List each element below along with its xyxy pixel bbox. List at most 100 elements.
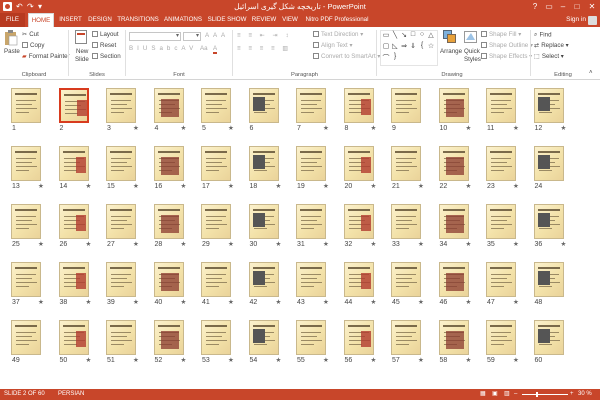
tab-slide-show[interactable]: SLIDE SHOW xyxy=(207,13,247,27)
font-size-combo[interactable] xyxy=(183,32,201,41)
animation-star-icon[interactable]: ★ xyxy=(86,299,92,307)
shape-triangle-icon[interactable]: △ xyxy=(427,31,435,39)
slide-thumbnail[interactable]: 46 ★ xyxy=(438,262,479,309)
slide-thumbnail[interactable]: 10 ★ xyxy=(438,88,479,135)
slide-preview[interactable] xyxy=(296,320,326,355)
slide-thumbnail[interactable]: 19 ★ xyxy=(296,146,336,193)
slide-thumbnail[interactable]: 38 ★ xyxy=(58,262,99,309)
animation-star-icon[interactable]: ★ xyxy=(181,299,187,307)
slide-preview[interactable] xyxy=(11,88,41,123)
slide-thumbnail[interactable]: 3 ★ xyxy=(106,88,146,135)
slide-preview[interactable] xyxy=(11,320,41,355)
clear-format-icon[interactable]: A xyxy=(221,32,225,39)
slide-thumbnail[interactable]: 36 ★ xyxy=(533,204,574,251)
slide-thumbnail[interactable]: 24 xyxy=(533,146,574,193)
slide-thumbnail[interactable]: 7 ★ xyxy=(296,88,336,135)
slide-preview[interactable] xyxy=(343,262,374,297)
slide-thumbnail[interactable]: 11 ★ xyxy=(486,88,526,135)
animation-star-icon[interactable]: ★ xyxy=(228,125,234,133)
animation-star-icon[interactable]: ★ xyxy=(133,299,139,307)
animation-star-icon[interactable]: ★ xyxy=(228,241,234,249)
animation-star-icon[interactable]: ★ xyxy=(38,299,44,307)
slide-preview[interactable] xyxy=(343,320,374,355)
slide-preview[interactable] xyxy=(533,320,564,355)
slide-preview[interactable] xyxy=(201,146,231,181)
slide-thumbnail[interactable]: 1 xyxy=(11,88,51,135)
slide-preview[interactable] xyxy=(106,88,136,123)
shape-brace-icon[interactable]: { xyxy=(418,42,426,49)
slide-thumbnail[interactable]: 17 ★ xyxy=(201,146,241,193)
help-icon[interactable]: ? xyxy=(528,0,542,13)
animation-star-icon[interactable]: ★ xyxy=(133,183,139,191)
slide-thumbnail[interactable]: 30 ★ xyxy=(248,204,289,251)
slide-preview[interactable] xyxy=(153,204,184,239)
tab-design[interactable]: DESIGN xyxy=(86,13,114,27)
animation-star-icon[interactable]: ★ xyxy=(418,357,424,365)
paste-button[interactable] xyxy=(4,30,18,48)
slide-thumbnail[interactable]: 21 ★ xyxy=(391,146,431,193)
animation-star-icon[interactable]: ★ xyxy=(466,125,472,133)
ribbon-display-icon[interactable]: ▭ xyxy=(542,0,556,13)
font-style-buttons[interactable]: BIUSabcAV xyxy=(129,45,197,52)
animation-star-icon[interactable]: ★ xyxy=(181,183,187,191)
slide-thumbnail[interactable]: 41 ★ xyxy=(201,262,241,309)
change-case-icon[interactable]: Aa xyxy=(200,45,208,52)
cut-button[interactable]: ✂ Cut xyxy=(22,31,39,38)
slide-preview[interactable] xyxy=(106,146,136,181)
slide-preview[interactable] xyxy=(438,88,469,123)
animation-star-icon[interactable]: ★ xyxy=(181,125,187,133)
slide-thumbnail[interactable]: 22 ★ xyxy=(438,146,479,193)
shrink-font-icon[interactable]: A xyxy=(213,32,217,39)
slide-thumbnail[interactable]: 13 ★ xyxy=(11,146,51,193)
animation-star-icon[interactable]: ★ xyxy=(133,125,139,133)
slide-preview[interactable] xyxy=(486,204,516,239)
slide-preview[interactable] xyxy=(486,262,516,297)
slide-preview[interactable] xyxy=(391,146,421,181)
slide-preview[interactable] xyxy=(153,262,184,297)
tab-insert[interactable]: INSERT xyxy=(57,13,84,27)
slide-preview[interactable] xyxy=(391,262,421,297)
shape-fill-button[interactable]: Shape Fill ▾ xyxy=(481,31,521,38)
slide-preview[interactable] xyxy=(201,262,231,297)
animation-star-icon[interactable]: ★ xyxy=(418,241,424,249)
new-slide-button[interactable] xyxy=(75,30,87,46)
select-button[interactable]: ⬚ Select ▾ xyxy=(534,53,564,60)
slide-preview[interactable] xyxy=(11,146,41,181)
slide-preview[interactable] xyxy=(296,146,326,181)
animation-star-icon[interactable]: ★ xyxy=(513,125,519,133)
slide-preview[interactable] xyxy=(391,88,421,123)
animation-star-icon[interactable]: ★ xyxy=(513,183,519,191)
slide-thumbnail[interactable]: 47 ★ xyxy=(486,262,526,309)
layout-button[interactable]: Layout xyxy=(92,31,119,38)
minimize-icon[interactable]: – xyxy=(556,0,570,13)
animation-star-icon[interactable]: ★ xyxy=(323,125,329,133)
slide-preview[interactable] xyxy=(153,320,184,355)
font-color-icon[interactable]: A xyxy=(213,45,218,54)
slide-preview[interactable] xyxy=(248,146,279,181)
slide-preview[interactable] xyxy=(343,88,374,123)
animation-star-icon[interactable]: ★ xyxy=(371,241,377,249)
animation-star-icon[interactable]: ★ xyxy=(38,183,44,191)
list-buttons[interactable]: ≡ ≡ ⇤ ⇥ ↕ xyxy=(237,32,292,39)
slide-preview[interactable] xyxy=(438,204,469,239)
slide-thumbnail[interactable]: 28 ★ xyxy=(153,204,194,251)
slide-preview[interactable] xyxy=(343,204,374,239)
slide-preview[interactable] xyxy=(391,320,421,355)
slide-thumbnail[interactable]: 18 ★ xyxy=(248,146,289,193)
slide-thumbnail[interactable]: 49 xyxy=(11,320,51,367)
shape-effects-button[interactable]: Shape Effects ▾ xyxy=(481,53,532,60)
slide-sorter-view-icon[interactable]: ▣ xyxy=(492,389,498,400)
slide-preview[interactable] xyxy=(438,146,469,181)
collapse-ribbon-icon[interactable]: ˄ xyxy=(589,70,593,76)
find-button[interactable]: ⌕ Find xyxy=(534,31,552,39)
slide-thumbnail[interactable]: 59 ★ xyxy=(486,320,526,367)
slide-preview[interactable] xyxy=(533,88,564,123)
slide-thumbnail[interactable]: 40 ★ xyxy=(153,262,194,309)
slide-thumbnail[interactable]: 31 ★ xyxy=(296,204,336,251)
slide-thumbnail[interactable]: 55 ★ xyxy=(296,320,336,367)
tab-file[interactable]: FILE xyxy=(0,13,25,27)
animation-star-icon[interactable]: ★ xyxy=(513,357,519,365)
shape-arrow-down-icon[interactable]: ⇓ xyxy=(409,42,417,50)
copy-button[interactable]: Copy xyxy=(22,42,44,49)
convert-smartart-button[interactable]: Convert to SmartArt ▾ xyxy=(313,53,381,60)
